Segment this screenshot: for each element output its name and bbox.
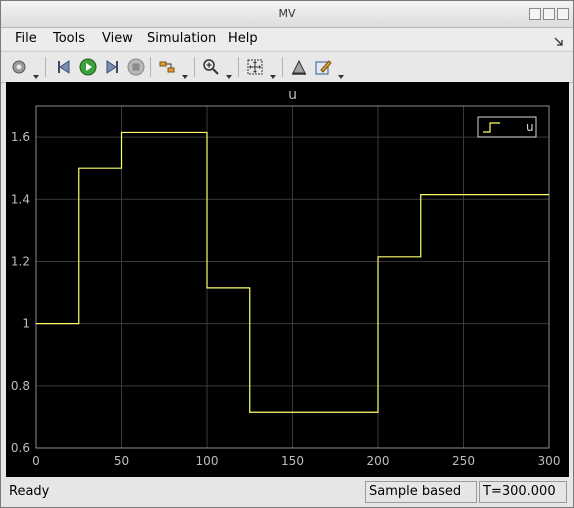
status-bar: Ready Sample based T=300.000 [1,479,573,507]
x-tick-label: 0 [32,454,40,468]
stop-icon[interactable] [126,57,146,77]
style-dropdown-icon[interactable] [338,65,344,79]
legend-label: u [526,120,534,134]
x-tick-label: 100 [196,454,219,468]
y-tick-label: 0.6 [11,441,30,455]
fit-view-icon[interactable] [245,57,265,77]
sample-mode-field: Sample based [365,481,477,503]
toolbar-separator [282,57,283,77]
toolbar-separator [238,57,239,77]
x-tick-label: 150 [281,454,304,468]
menu-view-label: View [102,31,133,46]
x-tick-label: 200 [367,454,390,468]
y-tick-label: 1.2 [11,254,30,268]
zoom-dropdown-icon[interactable] [226,65,232,79]
undock-icon[interactable] [554,32,564,46]
menu-tools-label: Tools [53,31,86,46]
time-label: T=300.000 [483,484,556,499]
step-back-icon[interactable] [54,57,74,77]
menu-file-label: File [15,31,37,46]
x-tick-label: 250 [452,454,475,468]
highlight-icon[interactable] [289,57,309,77]
chart-svg: u 0 50 100 150 200 250 300 0.6 0.8 1 1.2 1.4 1.6 u [11,87,561,468]
settings-dropdown-icon[interactable] [33,65,39,79]
chart-title: u [288,87,297,103]
toolbar-separator [194,57,195,77]
run-icon[interactable] [78,57,98,77]
y-tick-label: 0.8 [11,379,30,393]
window-title: MV [278,7,296,20]
maximize-button[interactable] [543,8,555,20]
time-field: T=300.000 [479,481,567,503]
scope-window: MV File Tools View Simulation Help u 0 5… [0,0,574,508]
sample-mode-label: Sample based [369,484,462,499]
step-forward-icon[interactable] [102,57,122,77]
menu-tools[interactable]: Tools [53,31,85,46]
style-icon[interactable] [313,57,333,77]
y-tick-label: 1.4 [11,192,30,206]
y-tick-label: 1.6 [11,130,30,144]
x-tick-label: 300 [538,454,561,468]
menu-bar: File Tools View Simulation Help [1,28,573,50]
plot-area[interactable]: u 0 50 100 150 200 250 300 0.6 0.8 1 1.2 1.4 1.6 u [6,82,569,477]
menu-help-label: Help [228,31,258,46]
menu-view[interactable]: View [102,31,133,46]
signal-dropdown-icon[interactable] [182,65,188,79]
menu-help[interactable]: Help [228,31,258,46]
menu-simulation-label: Simulation [147,31,217,46]
title-bar[interactable]: MV [1,1,573,28]
zoom-in-icon[interactable] [201,57,221,77]
y-tick-label: 1 [22,317,30,331]
settings-icon[interactable] [9,57,29,77]
minimize-button[interactable] [529,8,541,20]
signal-selector-icon[interactable] [157,57,177,77]
x-tick-label: 50 [114,454,129,468]
toolbar-separator [150,57,151,77]
toolbar [1,51,573,83]
status-text: Ready [9,484,50,499]
close-button[interactable] [557,8,569,20]
fit-dropdown-icon[interactable] [270,65,276,79]
toolbar-separator [45,57,46,77]
menu-simulation[interactable]: Simulation [147,31,216,46]
menu-file[interactable]: File [15,31,37,46]
